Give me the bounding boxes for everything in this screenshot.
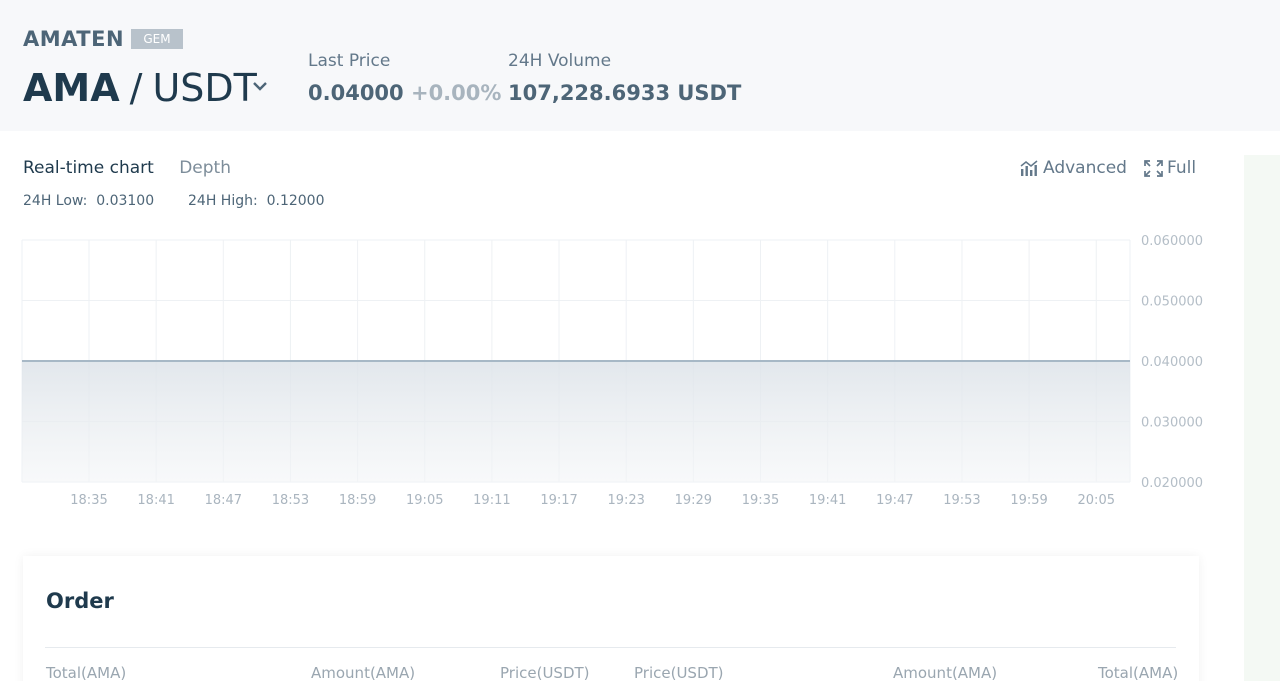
high-label: 24H High: bbox=[188, 193, 258, 209]
order-panel: Order Total(AMA) Amount(AMA) Price(USDT)… bbox=[23, 556, 1199, 681]
low-value: 0.03100 bbox=[96, 193, 155, 209]
price-area bbox=[22, 361, 1130, 482]
pair-quote: USDT bbox=[152, 66, 257, 110]
chevron-down-icon[interactable] bbox=[250, 76, 270, 96]
x-tick-label: 18:47 bbox=[205, 493, 242, 508]
last-price-label: Last Price bbox=[308, 51, 391, 71]
side-panel-edge bbox=[1244, 155, 1280, 681]
x-tick-label: 18:35 bbox=[70, 493, 107, 508]
x-tick-label: 18:53 bbox=[272, 493, 309, 508]
col-amount-bid: Amount(AMA) bbox=[311, 664, 416, 681]
fullscreen-icon bbox=[1144, 159, 1163, 177]
x-tick-label: 19:53 bbox=[943, 493, 980, 508]
chart-icon bbox=[1020, 159, 1038, 176]
range-high: 24H High: 0.12000 bbox=[188, 193, 325, 209]
x-tick-label: 19:41 bbox=[809, 493, 846, 508]
high-value: 0.12000 bbox=[266, 193, 325, 209]
coin-name: AMATEN bbox=[23, 27, 125, 51]
y-tick-label: 0.040000 bbox=[1141, 355, 1203, 370]
full-button[interactable]: Full bbox=[1144, 158, 1196, 178]
volume-label: 24H Volume bbox=[508, 51, 612, 71]
gem-badge: GEM bbox=[131, 29, 183, 49]
pair-separator: / bbox=[129, 66, 143, 110]
y-tick-label: 0.060000 bbox=[1141, 234, 1203, 249]
x-tick-label: 19:29 bbox=[675, 493, 712, 508]
advanced-label: Advanced bbox=[1043, 158, 1127, 178]
trading-pair[interactable]: AMA / USDT bbox=[23, 66, 257, 110]
x-tick-label: 19:59 bbox=[1010, 493, 1047, 508]
pair-base: AMA bbox=[23, 66, 120, 110]
order-divider bbox=[45, 647, 1176, 648]
col-price-bid: Price(USDT) bbox=[500, 664, 590, 681]
last-price-value: 0.04000 +0.00% bbox=[308, 81, 501, 105]
last-price: 0.04000 bbox=[308, 81, 404, 105]
y-tick-label: 0.020000 bbox=[1141, 476, 1203, 491]
col-total-ask: Total(AMA) bbox=[1098, 664, 1179, 681]
chart-tabs: Real-time chart Depth bbox=[23, 158, 251, 178]
x-tick-label: 18:41 bbox=[137, 493, 174, 508]
price-chart[interactable]: 0.060000 0.050000 0.040000 0.030000 0.020000… bbox=[0, 225, 1210, 520]
x-tick-label: 19:17 bbox=[540, 493, 577, 508]
tab-realtime-chart[interactable]: Real-time chart bbox=[23, 158, 154, 178]
x-tick-label: 19:05 bbox=[406, 493, 443, 508]
y-tick-label: 0.050000 bbox=[1141, 295, 1203, 310]
col-amount-ask: Amount(AMA) bbox=[893, 664, 998, 681]
x-tick-label: 19:11 bbox=[473, 493, 510, 508]
col-total-bid: Total(AMA) bbox=[46, 664, 127, 681]
x-tick-label: 18:59 bbox=[339, 493, 376, 508]
y-tick-label: 0.030000 bbox=[1141, 416, 1203, 431]
market-header: AMATEN GEM AMA / USDT Last Price 0.04000 +… bbox=[0, 0, 1280, 131]
full-label: Full bbox=[1167, 158, 1197, 178]
advanced-button[interactable]: Advanced bbox=[1020, 158, 1127, 178]
x-tick-label: 20:05 bbox=[1078, 493, 1115, 508]
tab-depth[interactable]: Depth bbox=[179, 158, 231, 178]
low-label: 24H Low: bbox=[23, 193, 88, 209]
order-title: Order bbox=[46, 589, 114, 613]
price-change: +0.00% bbox=[410, 81, 502, 105]
x-tick-label: 19:23 bbox=[607, 493, 644, 508]
range-low: 24H Low: 0.03100 bbox=[23, 193, 154, 209]
x-tick-label: 19:47 bbox=[876, 493, 913, 508]
col-price-ask: Price(USDT) bbox=[634, 664, 724, 681]
volume-value: 107,228.6933 USDT bbox=[508, 81, 742, 105]
x-tick-label: 19:35 bbox=[742, 493, 779, 508]
